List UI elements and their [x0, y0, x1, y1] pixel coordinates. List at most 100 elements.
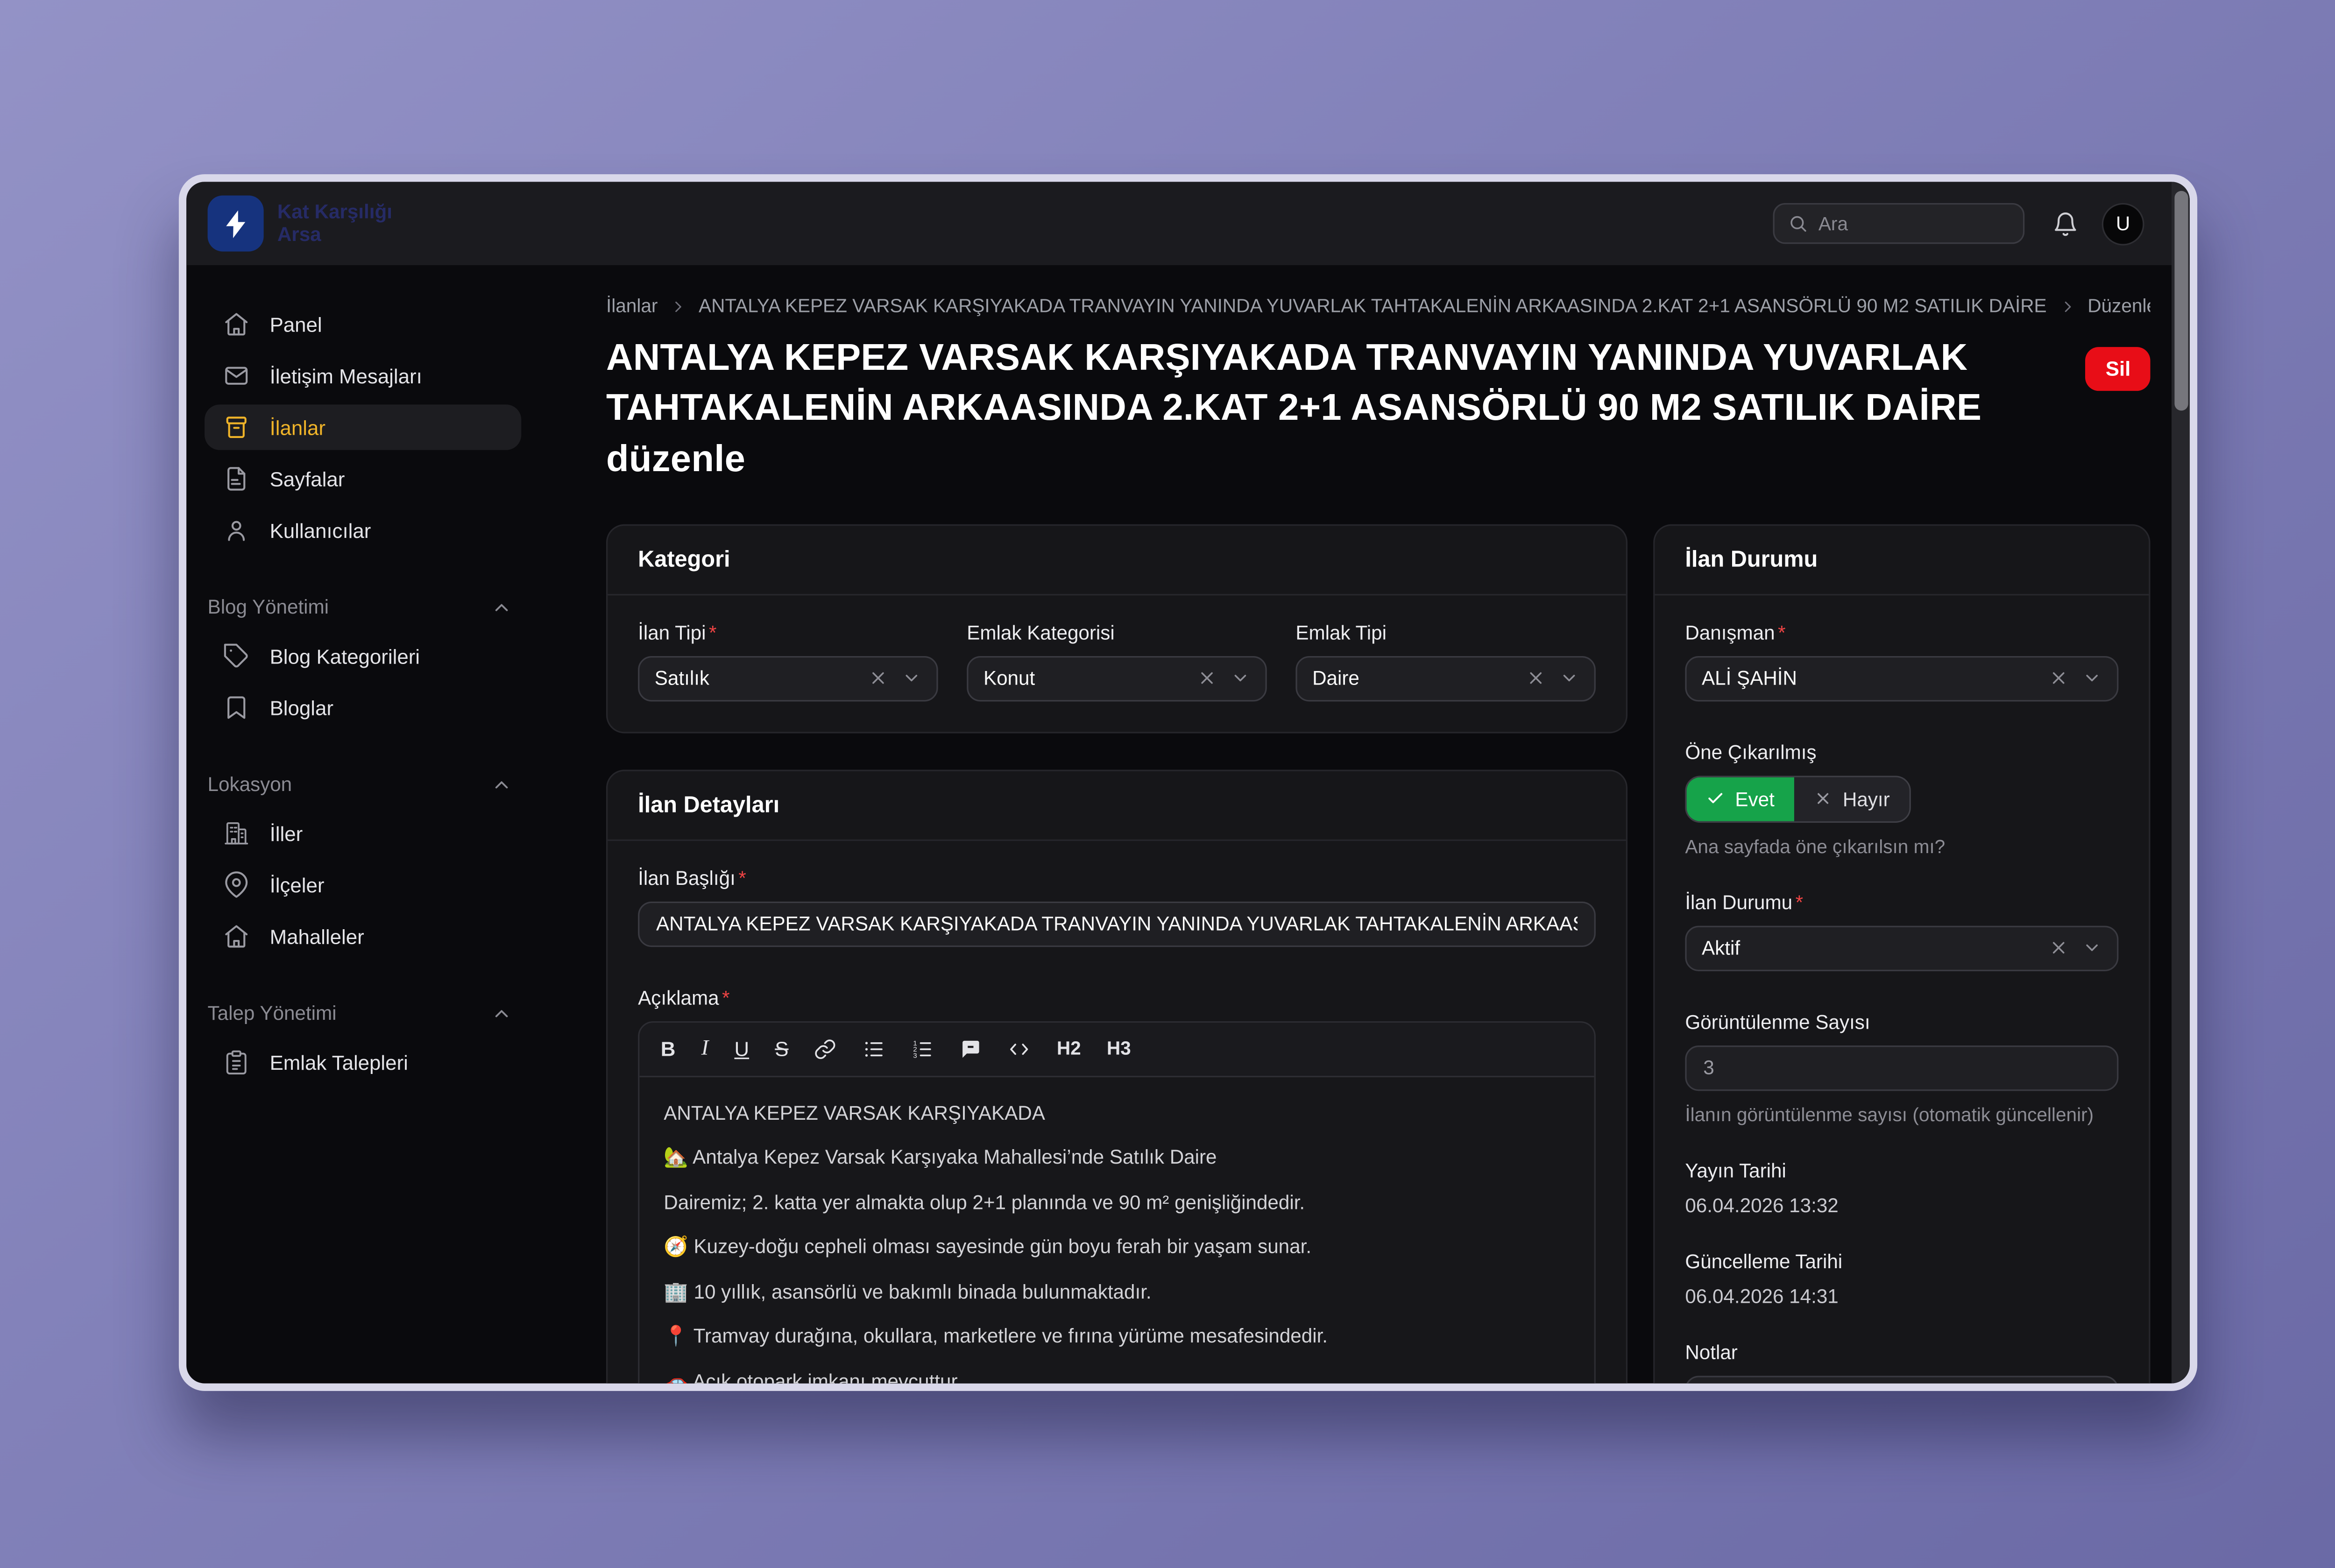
select-value: Daire [1312, 667, 1512, 690]
brand-line1: Kat Karşılığı [277, 201, 392, 223]
chevron-down-icon[interactable] [1559, 669, 1579, 688]
chevron-down-icon[interactable] [2082, 939, 2102, 958]
search-box[interactable] [1773, 203, 2025, 244]
strikethrough-button[interactable]: S [775, 1038, 788, 1061]
notifications-button[interactable] [2052, 210, 2079, 237]
sidebar-section-talep-yonetimi[interactable]: Talep Yönetimi [208, 1002, 512, 1024]
sidebar-section-lokasyon[interactable]: Lokasyon [208, 773, 512, 796]
map-pin-icon [223, 871, 250, 898]
sidebar-item-iller[interactable]: İller [205, 811, 521, 856]
sidebar-item-mahalleler[interactable]: Mahalleler [205, 914, 521, 959]
toggle-label: Hayır [1843, 788, 1890, 811]
breadcrumb-ilanlar[interactable]: İlanlar [606, 296, 658, 317]
sidebar-section-blog-yonetimi[interactable]: Blog Yönetimi [208, 595, 512, 618]
featured-yes-option[interactable]: Evet [1687, 777, 1794, 821]
sidebar-item-label: Emlak Talepleri [270, 1051, 408, 1074]
sidebar-item-ilanlar[interactable]: İlanlar [205, 404, 521, 450]
search-icon [1788, 214, 1808, 233]
details-card-title: İlan Detayları [608, 771, 1626, 841]
clear-icon[interactable] [2049, 669, 2068, 688]
emlak-tipi-label: Emlak Tipi [1295, 621, 1595, 644]
delete-button[interactable]: Sil [2086, 347, 2151, 391]
top-bar: Kat Karşılığı Arsa U [186, 182, 2190, 265]
sidebar-item-ilceler[interactable]: İlçeler [205, 862, 521, 907]
heading2-button[interactable]: H2 [1057, 1038, 1081, 1059]
chevron-up-icon [491, 596, 512, 617]
category-card-title: Kategori [608, 526, 1626, 595]
section-label: Talep Yönetimi [208, 1002, 337, 1024]
ilan-durumu-select[interactable]: Aktif [1685, 925, 2118, 971]
link-button[interactable] [814, 1038, 837, 1061]
sidebar-item-sayfalar[interactable]: Sayfalar [205, 456, 521, 501]
page-title: ANTALYA KEPEZ VARSAK KARŞIYAKADA TRANVAY… [606, 333, 2038, 485]
breadcrumb-listing[interactable]: ANTALYA KEPEZ VARSAK KARŞIYAKADA TRANVAY… [699, 296, 2047, 317]
check-icon [1706, 790, 1725, 808]
ilan-basligi-input[interactable] [638, 902, 1596, 947]
goruntulenme-label: Görüntülenme Sayısı [1685, 1010, 2118, 1033]
user-avatar[interactable]: U [2102, 202, 2144, 245]
section-label: Blog Yönetimi [208, 595, 329, 618]
description-paragraph: 🏡 Antalya Kepez Varsak Karşıyaka Mahalle… [664, 1143, 1570, 1172]
chevron-down-icon[interactable] [1231, 669, 1250, 688]
toggle-label: Evet [1735, 788, 1774, 811]
link-icon [814, 1038, 837, 1061]
description-paragraph: 🚗 Açık otopark imkanı mevcuttur. [664, 1367, 1570, 1391]
sidebar-item-label: Kullanıcılar [270, 519, 371, 542]
app-logo[interactable]: Kat Karşılığı Arsa [208, 196, 392, 252]
sidebar-item-iletisim-mesajlari[interactable]: İletişim Mesajları [205, 353, 521, 398]
code-button[interactable] [1008, 1038, 1031, 1061]
sidebar-item-label: İletişim Mesajları [270, 364, 422, 387]
clear-icon[interactable] [1197, 669, 1217, 688]
scrollbar[interactable] [2172, 182, 2190, 1383]
breadcrumb-duzenle: Düzenle [2087, 296, 2150, 317]
chevron-down-icon[interactable] [902, 669, 921, 688]
brand-name: Kat Karşılığı Arsa [277, 201, 392, 245]
emlak-kategorisi-select[interactable]: Konut [967, 656, 1267, 701]
chevron-down-icon[interactable] [2082, 669, 2102, 688]
sidebar-item-blog-kategorileri[interactable]: Blog Kategorileri [205, 633, 521, 678]
goruntulenme-help-text: İlanın görüntülenme sayısı (otomatik gün… [1685, 1104, 2118, 1125]
sidebar: Panel İletişim Mesajları İlanlar Sayfala… [186, 265, 545, 1391]
sidebar-item-label: İlçeler [270, 874, 325, 897]
details-card: İlan Detayları İlan Başlığı* Açıklama* B… [606, 770, 1627, 1391]
description-paragraph: ANTALYA KEPEZ VARSAK KARŞIYAKADA [664, 1098, 1570, 1127]
scrollbar-thumb[interactable] [2174, 191, 2187, 411]
chevron-up-icon [491, 1003, 512, 1024]
sidebar-item-panel[interactable]: Panel [205, 302, 521, 347]
ilan-tipi-select[interactable]: Satılık [638, 656, 938, 701]
lightning-logo-icon [208, 196, 264, 252]
goruntulenme-input[interactable] [1685, 1045, 2118, 1091]
topbar-actions: U [1773, 202, 2144, 245]
underline-button[interactable]: U [734, 1038, 749, 1061]
heading3-button[interactable]: H3 [1107, 1038, 1131, 1059]
required-asterisk: * [722, 986, 729, 1009]
clear-icon[interactable] [868, 669, 888, 688]
ordered-list-button[interactable] [911, 1038, 934, 1061]
required-asterisk: * [1796, 891, 1803, 914]
danisman-select[interactable]: ALİ ŞAHİN [1685, 656, 2118, 701]
bullet-list-button[interactable] [863, 1038, 886, 1061]
search-input[interactable] [1818, 213, 2010, 234]
notlar-textarea[interactable] [1685, 1376, 2118, 1391]
building-icon [223, 819, 250, 847]
description-editor-content[interactable]: ANTALYA KEPEZ VARSAK KARŞIYAKADA 🏡 Antal… [639, 1077, 1594, 1391]
sidebar-item-kullanicilar[interactable]: Kullanıcılar [205, 508, 521, 553]
featured-no-option[interactable]: Hayır [1794, 777, 1910, 821]
italic-button[interactable]: I [701, 1036, 709, 1062]
clear-icon[interactable] [1526, 669, 1546, 688]
description-paragraph: Dairemiz; 2. katta yer almakta olup 2+1 … [664, 1188, 1570, 1217]
required-asterisk: * [709, 621, 716, 644]
quote-icon [960, 1038, 983, 1061]
sidebar-item-bloglar[interactable]: Bloglar [205, 685, 521, 730]
emlak-tipi-select[interactable]: Daire [1295, 656, 1595, 701]
archive-icon [223, 414, 250, 441]
home-icon [223, 311, 250, 338]
sidebar-item-label: Mahalleler [270, 925, 364, 948]
clear-icon[interactable] [2049, 939, 2068, 958]
bold-button[interactable]: B [661, 1038, 676, 1061]
editor-toolbar: B I U S H2 [639, 1023, 1594, 1077]
sidebar-item-emlak-talepleri[interactable]: Emlak Talepleri [205, 1039, 521, 1085]
description-paragraph: 🏢 10 yıllık, asansörlü ve bakımlı binada… [664, 1277, 1570, 1306]
x-icon [1814, 790, 1832, 808]
blockquote-button[interactable] [960, 1038, 983, 1061]
